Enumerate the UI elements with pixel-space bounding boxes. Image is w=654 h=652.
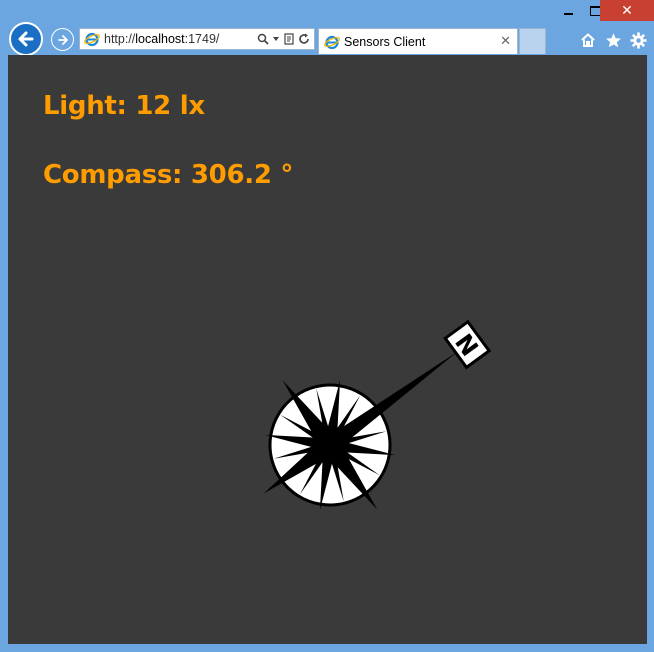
new-tab-button[interactable] <box>519 28 546 54</box>
compass-rose-group: N <box>263 319 492 511</box>
maximize-icon <box>589 5 601 16</box>
back-button[interactable] <box>9 22 43 56</box>
north-marker: N <box>443 319 492 370</box>
star-icon <box>605 32 621 47</box>
refresh-icon[interactable] <box>298 33 310 45</box>
close-window-button[interactable]: ✕ <box>600 0 654 21</box>
gear-icon <box>629 31 647 49</box>
url-port: :1749/ <box>184 32 220 46</box>
address-tools <box>257 33 310 45</box>
page-content: Light: 12 lx Compass: 306.2 ° N <box>8 55 647 644</box>
home-button[interactable] <box>578 30 598 50</box>
arrow-right-icon <box>57 34 68 45</box>
url-host: localhost <box>135 32 185 46</box>
ie-tab-icon <box>324 35 340 49</box>
tab-title: Sensors Client <box>344 34 426 49</box>
url-text: http://localhost:1749/ <box>104 32 219 46</box>
arrow-left-icon <box>18 31 34 47</box>
tab-sensors-client[interactable]: Sensors Client ✕ <box>318 28 518 54</box>
search-icon[interactable] <box>257 33 269 45</box>
tab-close-button[interactable]: ✕ <box>500 34 511 49</box>
compatibility-view-icon[interactable] <box>283 33 295 45</box>
compass-rose: N <box>263 319 492 511</box>
minimize-icon <box>563 12 573 15</box>
dropdown-arrow-icon[interactable] <box>272 35 280 43</box>
home-icon <box>581 33 595 47</box>
minimize-button[interactable] <box>554 0 582 21</box>
compass-star <box>263 351 458 511</box>
tools-button[interactable] <box>628 30 648 50</box>
forward-button[interactable] <box>51 28 74 51</box>
browser-window: ✕ http://localhost:1749/ Sensors Client … <box>0 0 654 652</box>
address-bar[interactable]: http://localhost:1749/ <box>79 28 315 50</box>
url-scheme: http:// <box>104 32 136 46</box>
ie-page-icon <box>84 32 100 47</box>
favorites-button[interactable] <box>603 30 623 50</box>
close-icon: ✕ <box>621 2 633 19</box>
